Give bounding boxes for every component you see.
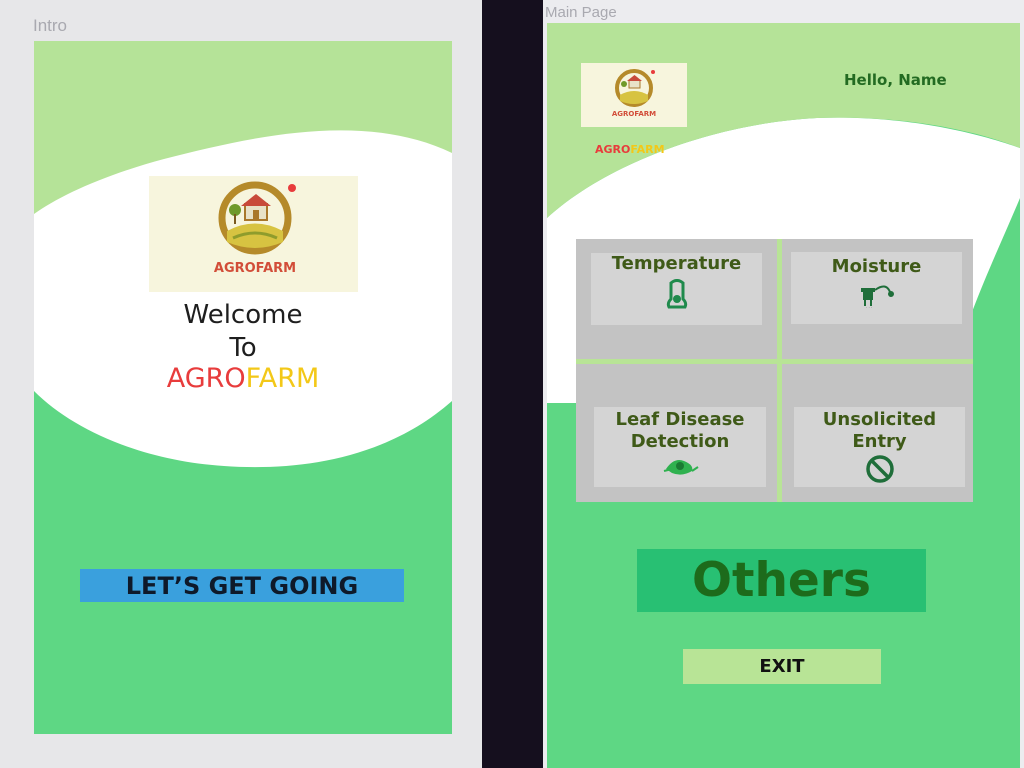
main-brand-agro: AGRO <box>595 143 631 156</box>
agrofarm-logo: AGROFARM <box>149 176 358 292</box>
others-button[interactable]: Others <box>637 549 926 612</box>
temperature-tile[interactable]: Temperature <box>591 253 762 325</box>
moisture-label: Moisture <box>831 256 922 277</box>
grid-horizontal-divider <box>576 359 973 364</box>
main-screen: AGROFARM AGROFARM Hello, Name Temperatur… <box>547 23 1020 768</box>
prohibited-icon <box>864 453 896 489</box>
main-logo: AGROFARM <box>581 63 687 127</box>
brand-title-farm: FARM <box>245 363 320 394</box>
welcome-line-2: To <box>229 333 257 363</box>
farm-logo-small-icon: AGROFARM <box>612 69 656 118</box>
thermometer-icon <box>665 279 689 313</box>
grid-vertical-divider <box>777 239 782 502</box>
welcome-line-1: Welcome <box>183 300 303 330</box>
leaf-disease-tile[interactable]: Leaf Disease Detection <box>594 407 766 487</box>
unsolicited-entry-label: Unsolicited Entry <box>822 409 937 452</box>
main-brand-farm: FARM <box>630 143 665 156</box>
logo-small-wordmark: AGROFARM <box>612 110 656 118</box>
farm-logo-icon: AGROFARM <box>214 181 296 276</box>
brand-title-agro: AGRO <box>166 363 246 394</box>
leaf-disease-label: Leaf Disease Detection <box>615 409 745 452</box>
main-artboard-label: Main Page <box>545 4 617 21</box>
greeting-text: Hello, Name <box>844 71 947 89</box>
temperature-label: Temperature <box>611 253 742 274</box>
leaf-bug-icon <box>660 455 700 481</box>
main-brand-title: AGROFARM <box>595 143 665 156</box>
brand-title: AGROFARM <box>34 363 452 394</box>
intro-screen: AGROFARM Welcome To AGROFARM LET’S GET G… <box>34 41 452 734</box>
logo-wordmark: AGROFARM <box>214 261 296 276</box>
feature-grid: Temperature Moisture · · · Leaf Disease … <box>576 239 973 502</box>
intro-artboard-label: Intro <box>33 16 68 35</box>
moisture-sensor-icon: · · · <box>856 282 898 314</box>
exit-button[interactable]: EXIT <box>683 649 881 684</box>
lets-get-going-button[interactable]: LET’S GET GOING <box>80 569 404 602</box>
unsolicited-entry-tile[interactable]: Unsolicited Entry <box>794 407 965 487</box>
moisture-tile[interactable]: Moisture · · · <box>791 252 962 324</box>
canvas-divider <box>482 0 543 768</box>
svg-text:· · ·: · · · <box>866 305 872 310</box>
